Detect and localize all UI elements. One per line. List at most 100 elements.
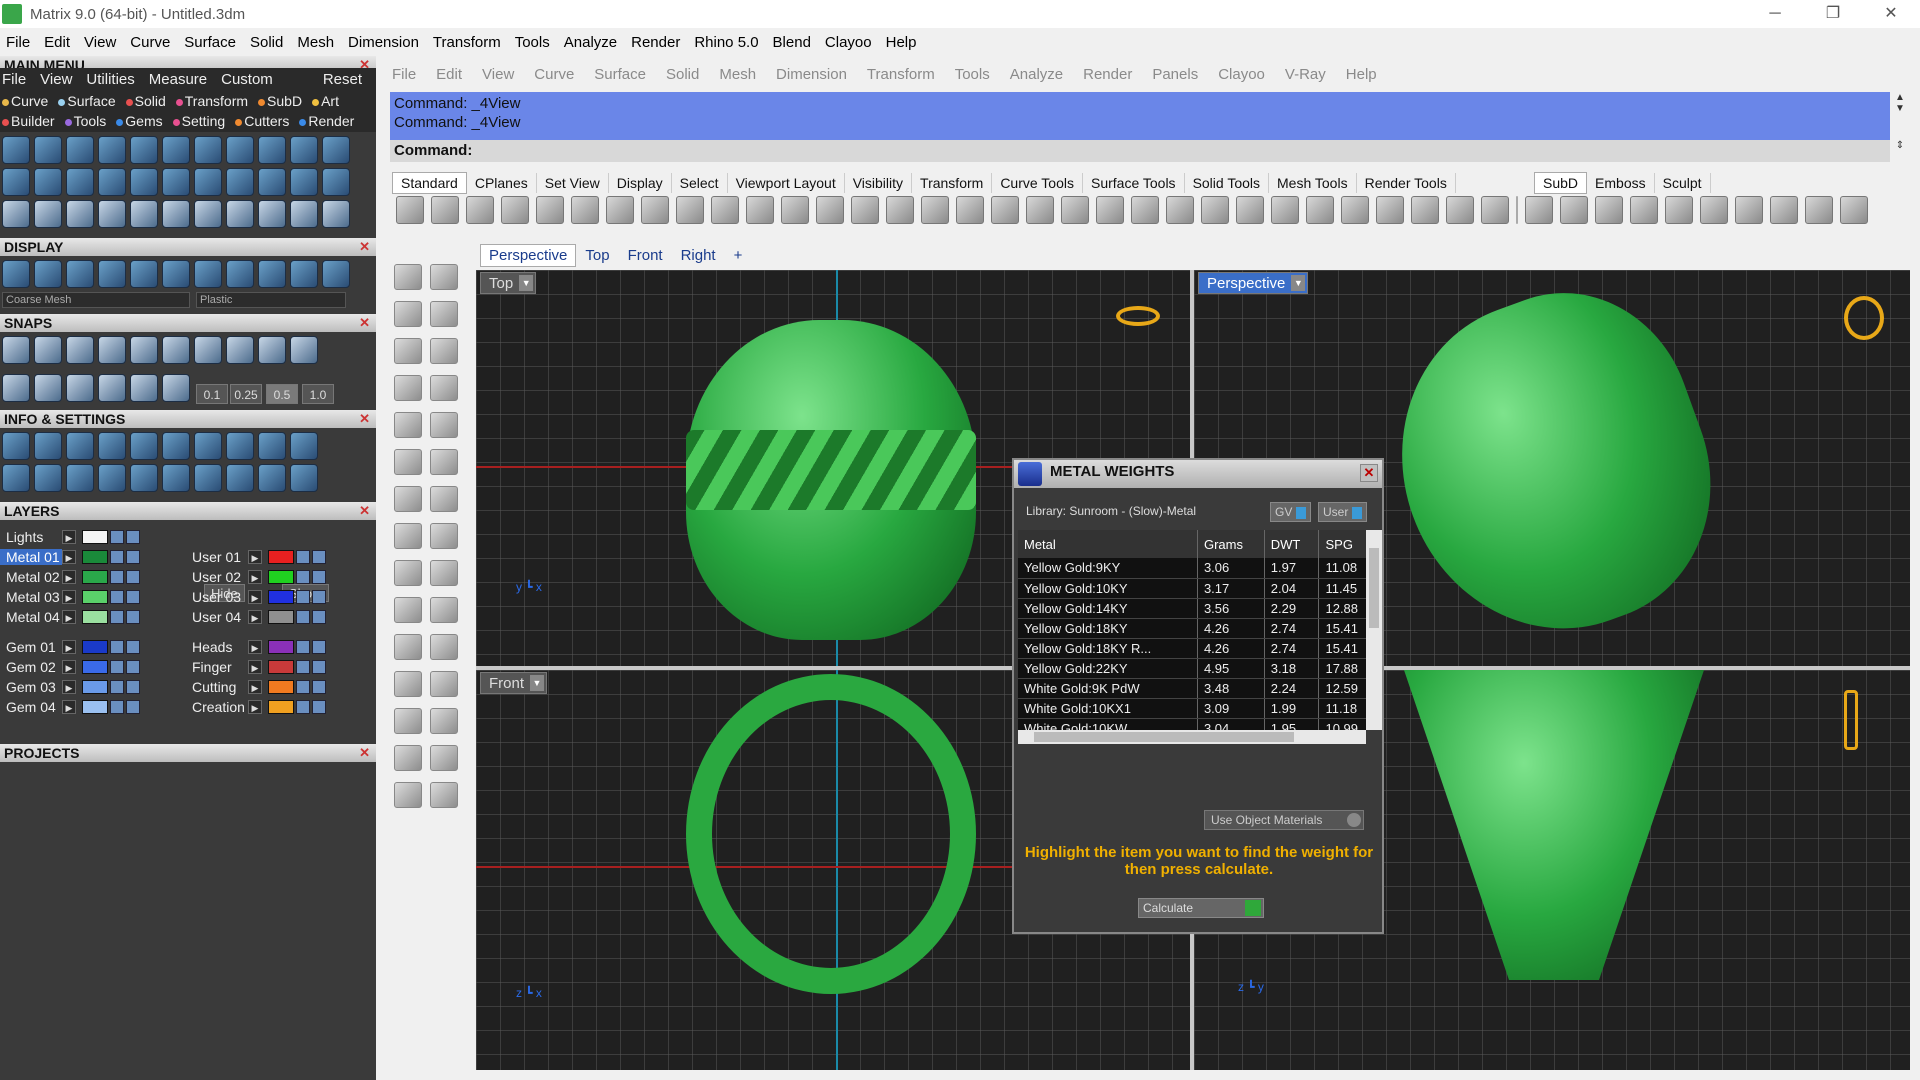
move-view-icon[interactable] xyxy=(746,196,774,224)
bracelet-icon[interactable] xyxy=(258,136,286,164)
snap-value[interactable]: 0.1 xyxy=(196,384,228,404)
visibility-icon[interactable] xyxy=(312,610,326,624)
command-scrollbar[interactable]: ▲ ▼ xyxy=(1890,92,1910,140)
metal-sphere-icon[interactable] xyxy=(194,260,222,288)
subd-shape-icon[interactable] xyxy=(1560,196,1588,224)
text-icon[interactable] xyxy=(430,597,458,623)
lock-icon[interactable] xyxy=(110,550,124,564)
sun-icon[interactable] xyxy=(66,136,94,164)
smarttrack-icon[interactable] xyxy=(130,374,158,402)
windows-icon[interactable] xyxy=(2,464,30,492)
rhino-menu-item[interactable]: Solid xyxy=(666,66,699,83)
dialog-close-button[interactable]: ✕ xyxy=(1360,464,1378,482)
extrude-icon[interactable] xyxy=(394,486,422,512)
cen-snap-icon[interactable] xyxy=(130,336,158,364)
menu-item[interactable]: Surface xyxy=(184,34,236,51)
lock-icon[interactable] xyxy=(296,700,310,714)
layer-row[interactable]: Gem 01 ▶ xyxy=(0,638,140,656)
main-menu-item[interactable]: Measure xyxy=(149,71,207,88)
rhino-menu-item[interactable]: Analyze xyxy=(1010,66,1063,83)
toggle-icon[interactable] xyxy=(1347,813,1361,827)
undo-icon[interactable] xyxy=(676,196,704,224)
cut-icon[interactable] xyxy=(571,196,599,224)
toolbar-tab[interactable]: Solid Tools xyxy=(1185,173,1270,193)
ring-icon[interactable] xyxy=(2,168,30,196)
import-icon[interactable] xyxy=(536,196,564,224)
subd-sphere-icon[interactable] xyxy=(1525,196,1553,224)
package-icon[interactable] xyxy=(66,464,94,492)
category-item[interactable]: Surface xyxy=(58,93,120,109)
print-icon[interactable] xyxy=(501,196,529,224)
menu-item[interactable]: File xyxy=(6,34,30,51)
lock-icon[interactable] xyxy=(110,680,124,694)
pave-icon[interactable] xyxy=(130,168,158,196)
layer-row[interactable]: Gem 02 ▶ xyxy=(0,658,140,676)
point-icon[interactable] xyxy=(430,264,458,290)
copy-icon[interactable] xyxy=(606,196,634,224)
layer-color[interactable] xyxy=(82,680,108,694)
pendant-icon[interactable] xyxy=(290,168,318,196)
viewport-tab[interactable]: Perspective xyxy=(480,243,577,267)
expand-icon[interactable]: ▶ xyxy=(62,640,76,654)
sphere-icon[interactable] xyxy=(1271,196,1299,224)
rhino-menu-item[interactable]: V-Ray xyxy=(1285,66,1326,83)
scroll-thumb[interactable] xyxy=(1034,732,1294,742)
mirror-icon[interactable] xyxy=(258,200,286,228)
lock-icon[interactable] xyxy=(296,590,310,604)
blue-sphere-icon[interactable] xyxy=(1341,196,1369,224)
toolbar-tab[interactable]: Select xyxy=(672,173,728,193)
expand-icon[interactable]: ▶ xyxy=(62,610,76,624)
color-wheel-icon[interactable] xyxy=(1236,196,1264,224)
category-item[interactable]: SubD xyxy=(258,93,307,109)
cut-icon[interactable] xyxy=(226,168,254,196)
layer-row[interactable]: Finger ▶ xyxy=(186,658,326,676)
rhino-menu-item[interactable]: Mesh xyxy=(719,66,756,83)
globe-icon[interactable] xyxy=(322,168,350,196)
rotate-icon[interactable] xyxy=(162,200,190,228)
close-icon[interactable]: ✕ xyxy=(359,238,370,256)
curve-icon[interactable] xyxy=(34,200,62,228)
toolbar-tab[interactable]: Transform xyxy=(912,173,993,193)
expand-icon[interactable]: ▶ xyxy=(248,610,262,624)
viewport-label[interactable]: Top ▼ xyxy=(480,272,537,294)
table-row[interactable]: White Gold:9K PdW 3.48 2.24 12.59 xyxy=(1018,678,1370,699)
category-item[interactable]: Render xyxy=(299,113,359,129)
expand-icon[interactable]: ▶ xyxy=(248,590,262,604)
toolbar-tab[interactable]: Curve Tools xyxy=(992,173,1083,193)
new-icon[interactable] xyxy=(396,196,424,224)
visibility-icon[interactable] xyxy=(126,640,140,654)
select-icon[interactable] xyxy=(1446,196,1474,224)
rhino-menu-item[interactable]: Transform xyxy=(867,66,935,83)
export-icon[interactable] xyxy=(290,432,318,460)
close-button[interactable]: ✕ xyxy=(1862,0,1920,28)
yellow-sphere-icon[interactable] xyxy=(258,260,286,288)
lock-icon[interactable] xyxy=(258,168,286,196)
layer-row[interactable]: Metal 01 ▶ xyxy=(0,548,140,566)
layer-row[interactable]: Gem 04 ▶ xyxy=(0,698,140,716)
expand-icon[interactable]: ▶ xyxy=(62,590,76,604)
visibility-icon[interactable] xyxy=(126,680,140,694)
visibility-icon[interactable] xyxy=(312,590,326,604)
mirror-icon[interactable] xyxy=(394,708,422,734)
open-icon[interactable] xyxy=(431,196,459,224)
menu-item[interactable]: Dimension xyxy=(348,34,419,51)
visibility-icon[interactable] xyxy=(126,700,140,714)
rhino-menu-item[interactable]: Clayoo xyxy=(1218,66,1265,83)
solid-edit-icon[interactable] xyxy=(430,523,458,549)
grid-icon[interactable] xyxy=(162,168,190,196)
pattern-icon[interactable] xyxy=(194,136,222,164)
light-icon[interactable] xyxy=(34,260,62,288)
lock-icon[interactable] xyxy=(296,640,310,654)
cluster-icon[interactable] xyxy=(322,136,350,164)
menu-item[interactable]: Help xyxy=(886,34,917,51)
expand-icon[interactable]: ▶ xyxy=(62,680,76,694)
mid-snap-icon[interactable] xyxy=(98,336,126,364)
lock-icon[interactable] xyxy=(296,550,310,564)
table-row[interactable]: Yellow Gold:10KY 3.17 2.04 11.45 xyxy=(1018,578,1370,599)
band-icon[interactable] xyxy=(66,168,94,196)
doc-icon[interactable] xyxy=(194,464,222,492)
surface-pts-icon[interactable] xyxy=(394,412,422,438)
table-row[interactable]: Yellow Gold:22KY 4.95 3.18 17.88 xyxy=(1018,658,1370,679)
polyline-icon[interactable] xyxy=(394,301,422,327)
dropdown-arrow-icon[interactable]: ▼ xyxy=(1291,275,1306,291)
